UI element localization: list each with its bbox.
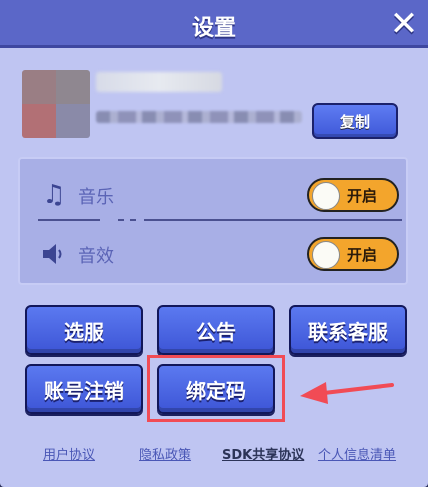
select-server-button[interactable]: 选服 xyxy=(25,305,143,355)
sound-effects-toggle[interactable]: 开启 xyxy=(307,237,399,271)
music-toggle-label: 开启 xyxy=(347,187,378,205)
sound-effects-label: 音效 xyxy=(78,246,114,267)
personal-info-list-link[interactable]: 个人信息清单 xyxy=(318,444,396,463)
player-id-blurred xyxy=(96,111,302,123)
dialog-title: 设置 xyxy=(191,16,236,41)
close-icon[interactable]: ✕ xyxy=(386,6,422,42)
cancel-account-button[interactable]: 账号注销 xyxy=(25,364,143,414)
music-label: 音乐 xyxy=(78,187,114,208)
music-note-icon: ♫ xyxy=(42,180,66,210)
speaker-icon xyxy=(40,240,68,268)
music-row: ♫ 音乐 开启 xyxy=(20,174,406,214)
player-name-blurred xyxy=(96,72,222,92)
divider xyxy=(38,219,402,221)
avatar xyxy=(22,70,90,138)
sound-toggle-label: 开启 xyxy=(347,246,378,264)
title-bar: 设置 ✕ xyxy=(0,0,428,48)
sdk-sharing-link[interactable]: SDK共享协议 xyxy=(222,444,304,463)
contact-support-button[interactable]: 联系客服 xyxy=(289,305,407,355)
pointer-arrow-icon xyxy=(300,382,394,404)
copy-button[interactable]: 复制 xyxy=(312,103,398,139)
announcement-button[interactable]: 公告 xyxy=(157,305,275,355)
toggle-knob xyxy=(312,182,340,210)
audio-settings-panel: ♫ 音乐 开启 音效 开启 xyxy=(18,157,408,285)
highlight-box xyxy=(147,355,285,422)
settings-dialog: 设置 ✕ 复制 ♫ 音乐 开启 音效 开启 选服 公告 联系客服 账号注销 绑定… xyxy=(0,0,428,487)
toggle-knob xyxy=(312,241,340,269)
privacy-policy-link[interactable]: 隐私政策 xyxy=(139,444,191,463)
user-agreement-link[interactable]: 用户协议 xyxy=(43,444,95,463)
sound-effects-row: 音效 开启 xyxy=(20,233,406,273)
music-toggle[interactable]: 开启 xyxy=(307,178,399,212)
